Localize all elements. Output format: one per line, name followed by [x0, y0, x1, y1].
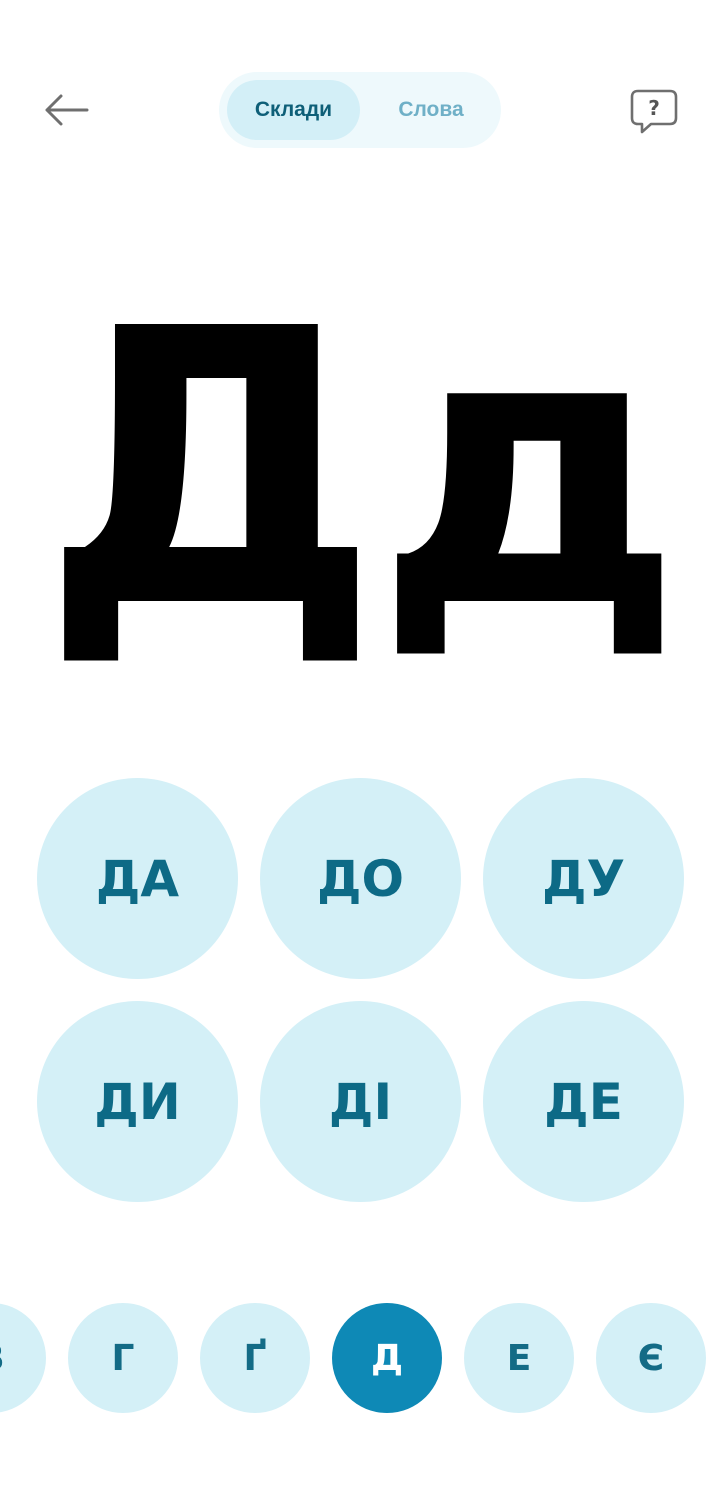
letter-tab-h[interactable]: Г: [68, 1303, 178, 1413]
syllable-button[interactable]: ДА: [37, 778, 238, 979]
syllable-button[interactable]: ДО: [260, 778, 461, 979]
help-question-mark: ?: [648, 96, 660, 120]
letter-tab-g[interactable]: Ґ: [200, 1303, 310, 1413]
current-letter: Дд: [41, 248, 682, 691]
letter-tab-v[interactable]: В: [0, 1303, 46, 1413]
help-button[interactable]: ?: [626, 84, 682, 140]
letter-tab-e[interactable]: Е: [464, 1303, 574, 1413]
mode-switch: Склади Слова: [219, 72, 501, 148]
syllable-button[interactable]: ДІ: [260, 1001, 461, 1202]
syllable-button[interactable]: ДЕ: [483, 1001, 684, 1202]
letter-tab-d-selected[interactable]: Д: [332, 1303, 442, 1413]
speech-bubble-question-icon: ?: [630, 89, 678, 134]
syllable-button[interactable]: ДИ: [37, 1001, 238, 1202]
tab-syllables[interactable]: Склади: [227, 80, 360, 140]
letter-tab-ye[interactable]: Є: [596, 1303, 706, 1413]
tab-words[interactable]: Слова: [369, 80, 493, 140]
letter-screen: Склади Слова ? Дд ДА ДО ДУ ДИ ДІ ДЕ В Г …: [0, 0, 720, 1512]
arrow-left-icon: [45, 94, 89, 126]
back-button[interactable]: [36, 80, 96, 140]
syllable-button[interactable]: ДУ: [483, 778, 684, 979]
